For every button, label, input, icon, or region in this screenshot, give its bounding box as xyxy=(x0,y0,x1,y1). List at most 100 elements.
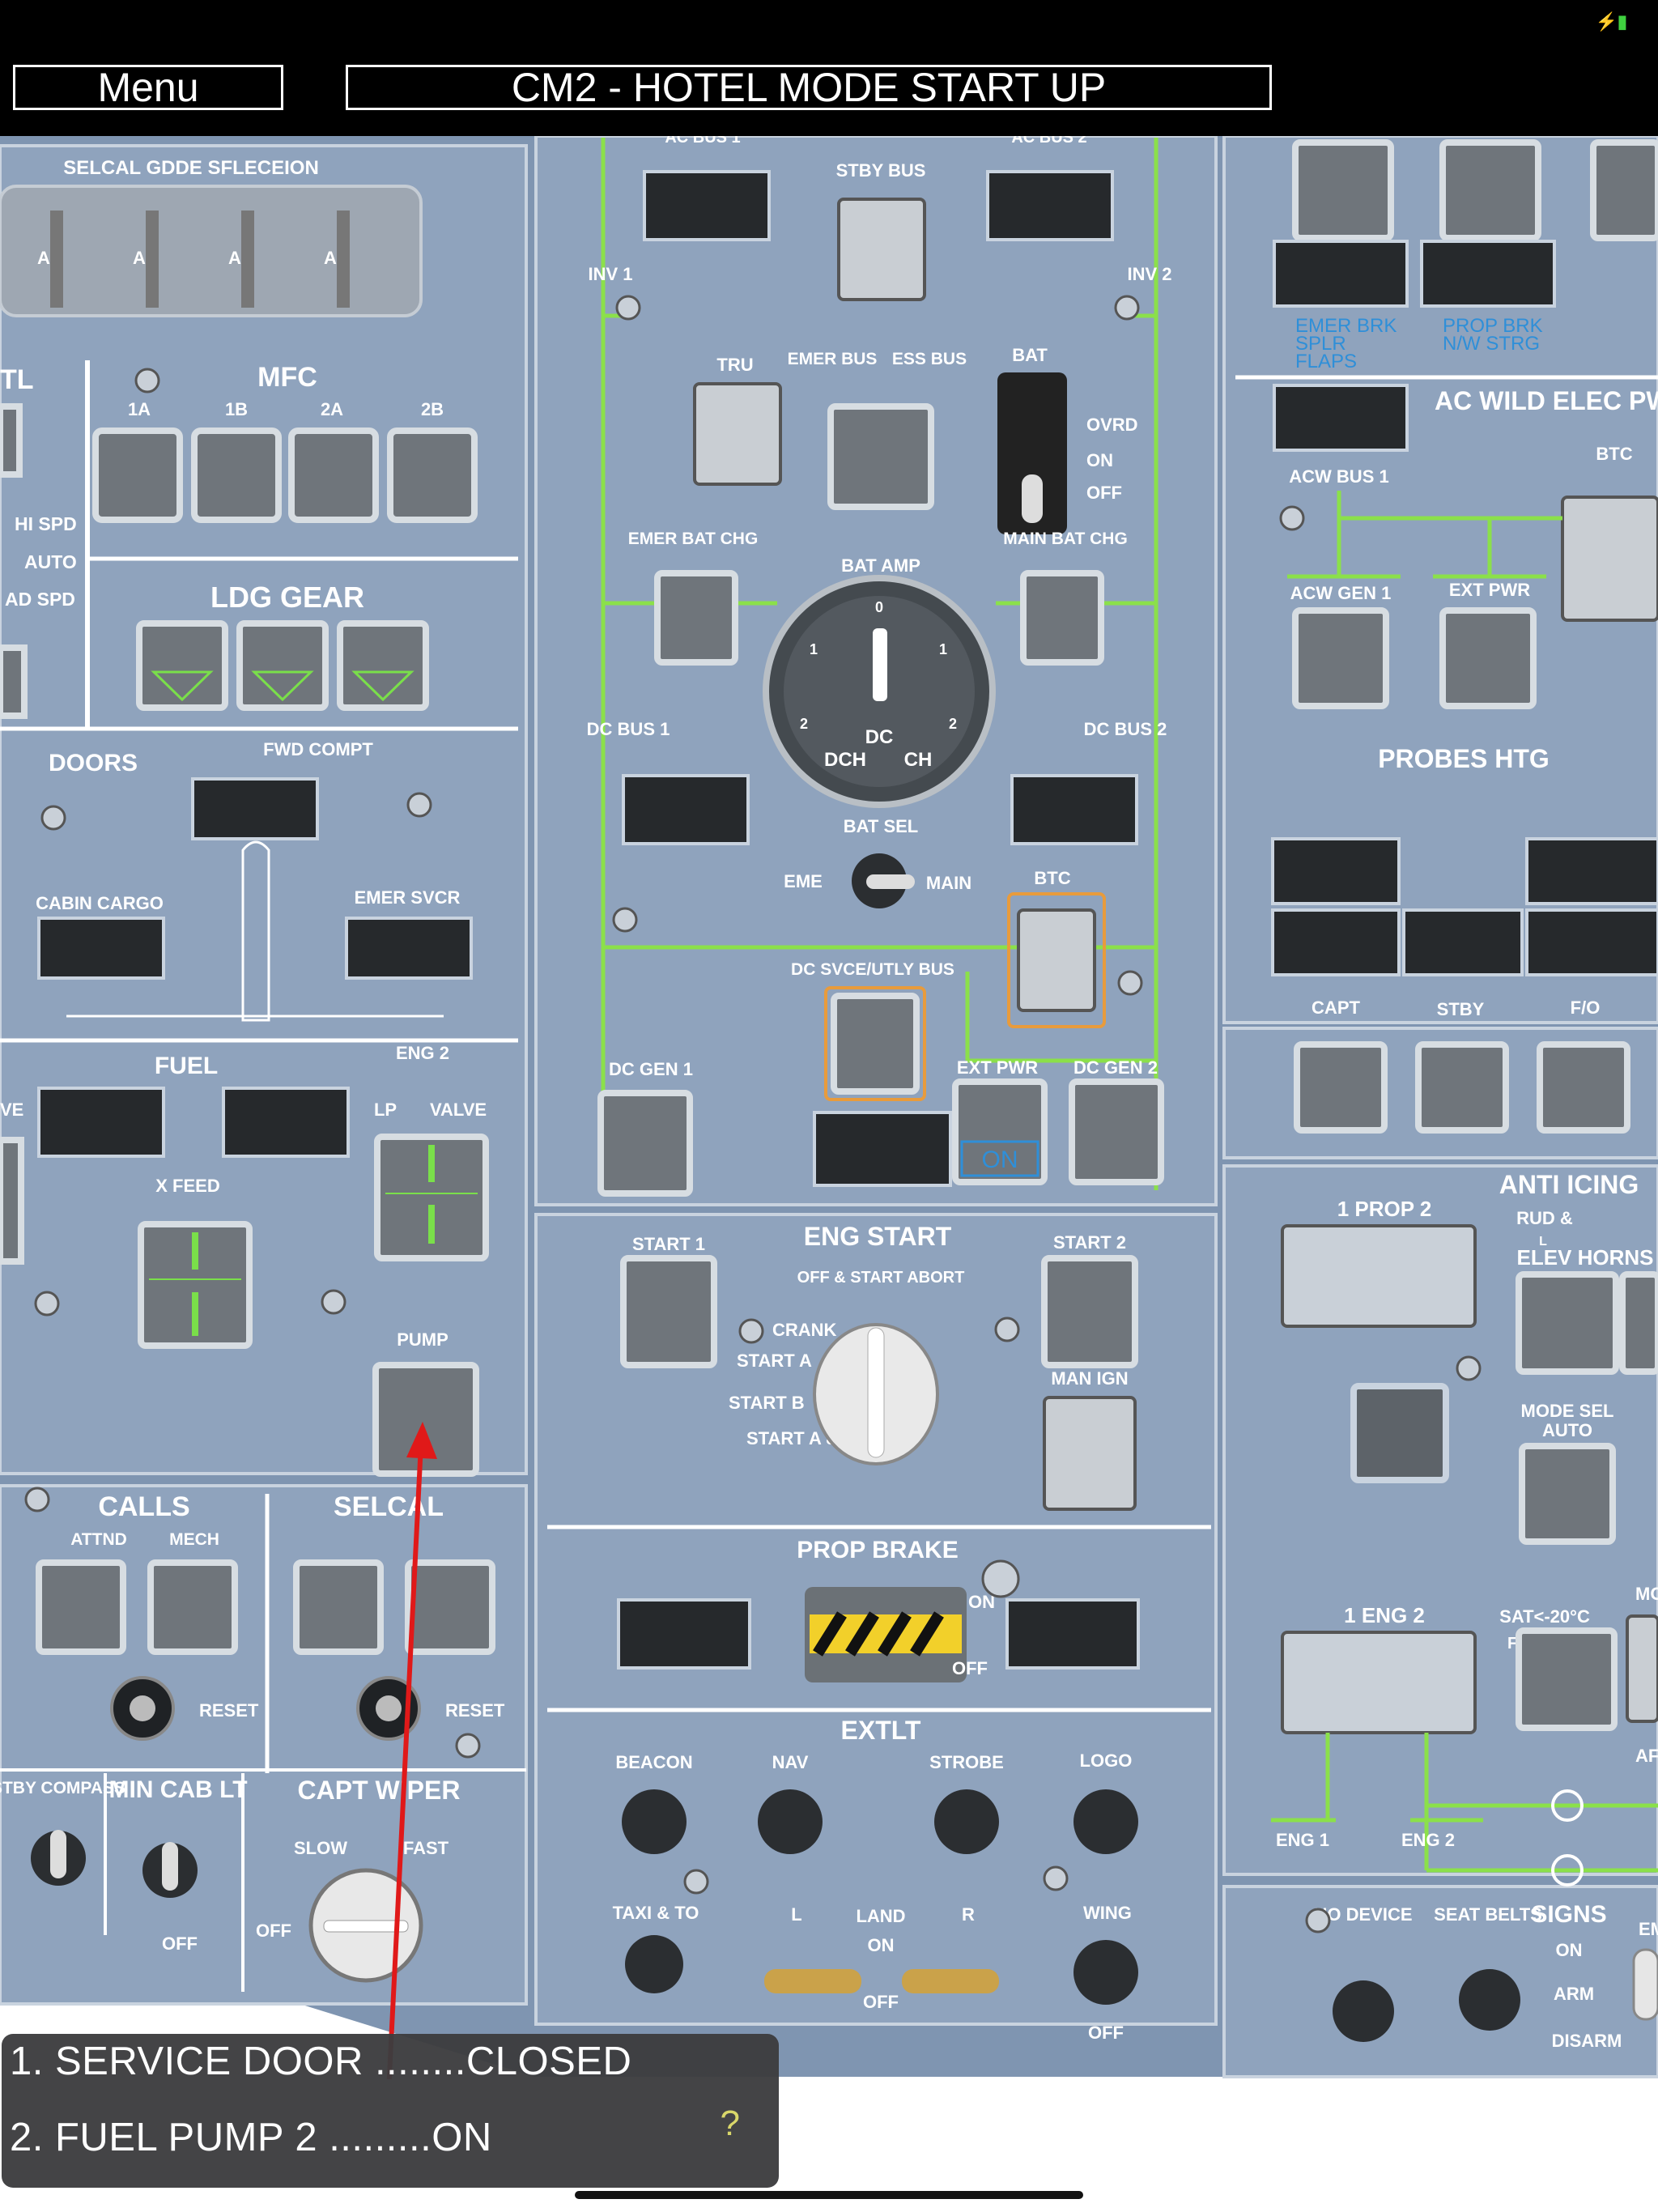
start1-button[interactable] xyxy=(620,1255,717,1368)
sat-label: SAT<-20°C xyxy=(1499,1606,1590,1627)
acw-btc-button[interactable] xyxy=(1561,496,1658,622)
dc-bus1-label: DC BUS 1 xyxy=(587,719,670,739)
bat-amp-label: BAT AMP xyxy=(841,555,920,576)
calls-attnd-label: ATTND xyxy=(70,1530,127,1549)
mfc-1b-button[interactable] xyxy=(191,428,282,523)
wing-off-label: OFF xyxy=(1088,2023,1124,2043)
dc-gen2-button[interactable] xyxy=(1069,1078,1164,1185)
prop-label: 1 PROP 2 xyxy=(1337,1197,1432,1221)
x-feed-label: X FEED xyxy=(155,1176,219,1196)
capt-wiper-title: CAPT WIPER xyxy=(298,1776,461,1805)
right-top-button-1[interactable] xyxy=(1292,139,1394,241)
tl-button[interactable] xyxy=(0,403,23,478)
prop-anti-ice-button[interactable] xyxy=(1281,1224,1477,1328)
eng-anti-ice-button[interactable] xyxy=(1281,1631,1477,1734)
right-top-button-2[interactable] xyxy=(1439,139,1541,241)
ac-bus1-indicator xyxy=(643,170,771,241)
eng-anti-ice-label: 1 ENG 2 xyxy=(1344,1603,1425,1627)
wing-switch[interactable] xyxy=(1073,1940,1138,2005)
land-off-label: OFF xyxy=(863,1992,899,2012)
spd-label: AUTO xyxy=(24,551,77,572)
ess-bus-label: ESS BUS xyxy=(892,350,967,368)
mfc-2a-button[interactable] xyxy=(288,428,379,523)
rud-label: RUD & xyxy=(1516,1208,1573,1228)
call-mech-button[interactable] xyxy=(147,1559,238,1655)
emer-exit-switch[interactable] xyxy=(1632,1948,1658,2021)
taxi-to-switch[interactable] xyxy=(625,1935,683,1993)
ac-bus2-indicator xyxy=(986,170,1114,241)
call-attnd-button[interactable] xyxy=(36,1559,126,1655)
tru-label: TRU xyxy=(716,355,753,375)
start-a-label: START A xyxy=(737,1351,812,1371)
selcal-letter: A xyxy=(228,248,241,268)
mod-button[interactable] xyxy=(1626,1614,1658,1723)
logo-switch[interactable] xyxy=(1073,1789,1138,1854)
help-icon[interactable]: ? xyxy=(721,2104,740,2144)
lp-valve-1-button[interactable] xyxy=(0,1137,24,1265)
btc-button[interactable] xyxy=(1017,908,1096,1012)
tru-button[interactable] xyxy=(693,382,782,486)
pump-label: PUMP xyxy=(397,1329,449,1350)
seat-belts-label: SEAT BELTS xyxy=(1434,1904,1542,1925)
nav-switch[interactable] xyxy=(758,1789,823,1854)
start2-label: START 2 xyxy=(1053,1232,1126,1253)
start2-button[interactable] xyxy=(1041,1255,1138,1368)
menu-button[interactable]: Menu xyxy=(13,65,283,110)
strobe-switch[interactable] xyxy=(934,1789,999,1854)
man-ign-button[interactable] xyxy=(1043,1396,1137,1511)
beacon-switch[interactable] xyxy=(622,1789,687,1854)
land-r-label: R xyxy=(962,1904,975,1925)
emer-bus-button[interactable] xyxy=(827,403,934,510)
dc-svce-label: DC SVCE/UTLY BUS xyxy=(791,960,954,979)
dc-svce-button[interactable] xyxy=(831,993,920,1095)
gauge-ch-label: CH xyxy=(904,749,933,771)
bat-ovrd-label: OVRD xyxy=(1086,415,1138,435)
selcal-2-button[interactable] xyxy=(405,1559,495,1655)
stby-button[interactable] xyxy=(1415,1041,1509,1134)
emer-bat-chg-button[interactable] xyxy=(654,570,738,666)
anti-icing-button[interactable] xyxy=(1350,1383,1449,1483)
stby-bus-button[interactable] xyxy=(837,198,926,301)
gauge-tick: 0 xyxy=(875,599,883,615)
strobe-label: STROBE xyxy=(929,1752,1004,1772)
flaps-label: FLAPS xyxy=(1295,351,1357,372)
elev-horns-label: ELEV HORNS xyxy=(1516,1245,1653,1270)
home-indicator[interactable] xyxy=(575,2191,1083,2199)
mfc-2b-button[interactable] xyxy=(387,428,478,523)
dc-gen1-button[interactable] xyxy=(597,1090,693,1197)
land-l-switch[interactable] xyxy=(764,1969,861,1993)
capt-button[interactable] xyxy=(1294,1041,1388,1134)
acw-btc-label: BTC xyxy=(1596,444,1632,464)
seat-belts-switch[interactable] xyxy=(1459,1969,1520,2031)
fast-button[interactable] xyxy=(1516,1627,1618,1731)
acw-gen1-button[interactable] xyxy=(1292,607,1389,709)
off-start-abort-label: OFF & START ABORT xyxy=(797,1269,965,1287)
fuel-indicator-right xyxy=(222,1087,350,1158)
right-top-button-3[interactable] xyxy=(1590,139,1658,241)
ldg-gear-title: LDG GEAR xyxy=(210,581,364,614)
gauge-tick: 2 xyxy=(949,716,957,732)
fo-button[interactable] xyxy=(1537,1041,1630,1134)
horns-button[interactable] xyxy=(1619,1271,1658,1375)
bat-off-label: OFF xyxy=(1086,483,1122,503)
no-device-switch[interactable] xyxy=(1333,1980,1394,2042)
dc-gen2-label: DC GEN 2 xyxy=(1073,1057,1158,1078)
wiper-off-label: OFF xyxy=(256,1921,291,1941)
top-bar: Menu CM2 - HOTEL MODE START UP ⚡▮ xyxy=(0,0,1658,136)
acw-ext-pwr-label: EXT PWR xyxy=(1449,580,1530,600)
gauge-tick: 1 xyxy=(810,641,818,657)
wiper-fast-label: FAST xyxy=(403,1838,449,1858)
spd-button[interactable] xyxy=(0,644,28,719)
overhead-panel: SELCAL GDDE SFLECEION A A A A TL MFC 1A … xyxy=(0,136,1658,2079)
land-r-switch[interactable] xyxy=(902,1969,999,1993)
acw-ext-pwr-button[interactable] xyxy=(1439,607,1537,709)
selcal-1-button[interactable] xyxy=(293,1559,384,1655)
gauge-dc-label: DC xyxy=(865,726,894,748)
main-bat-chg-button[interactable] xyxy=(1020,570,1104,666)
doors-title: DOORS xyxy=(49,750,138,776)
mod-label: MOD xyxy=(1635,1584,1658,1604)
elev-horns-button[interactable] xyxy=(1516,1271,1619,1375)
mfc-1a-button[interactable] xyxy=(92,428,183,523)
eng1-label: ENG 1 xyxy=(1276,1830,1329,1850)
mode-sel-button[interactable] xyxy=(1519,1443,1616,1545)
